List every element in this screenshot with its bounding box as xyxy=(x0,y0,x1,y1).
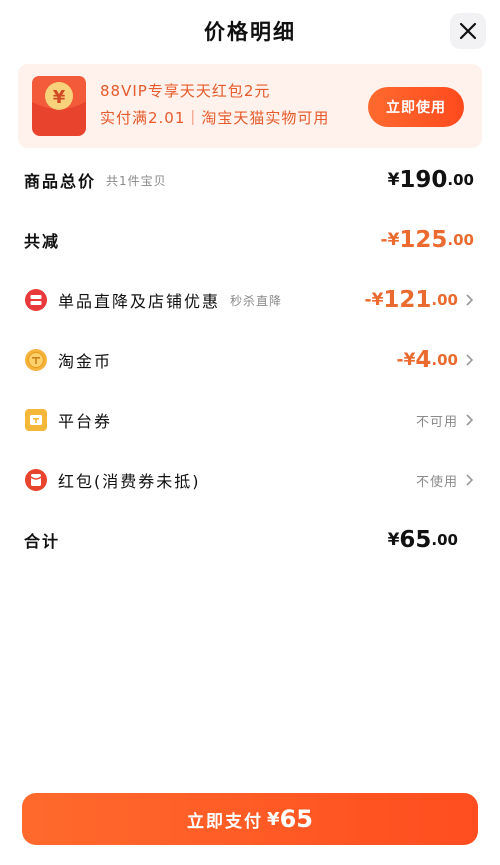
use-now-button[interactable]: 立即使用 xyxy=(368,87,464,127)
total-label: 合计 xyxy=(24,532,61,551)
envelope-symbol: ¥ xyxy=(53,87,66,108)
gold-coin-icon xyxy=(24,348,48,372)
close-icon xyxy=(458,21,478,41)
pay-symbol: ¥ xyxy=(267,808,280,830)
item-discount-row[interactable]: 单品直降及店铺优惠 秒杀直降 -¥ 121.00 xyxy=(0,280,500,320)
page-title: 价格明细 xyxy=(204,20,296,44)
promo-banner: ¥ 88VIP专享天天红包2元 实付满2.01｜淘宝天猫实物可用 立即使用 xyxy=(18,64,482,148)
total-discount-label: 共减 xyxy=(24,232,61,251)
total-row: 合计 ¥65.00 xyxy=(0,520,500,560)
item-discount-price: -¥ 121.00 xyxy=(365,280,474,320)
platform-coupon-label: 平台券 xyxy=(58,412,113,431)
item-discount-label: 单品直降及店铺优惠 xyxy=(58,292,221,311)
pay-now-button[interactable]: 立即支付 ¥ 65 xyxy=(22,793,478,845)
goods-total-price: ¥190.00 xyxy=(387,167,474,193)
promo-line-1: 88VIP专享天天红包2元 xyxy=(100,82,271,100)
red-packet-label: 红包(消费券未抵) xyxy=(58,472,201,491)
total-discount-price: -¥ 125.00 xyxy=(380,227,474,253)
pay-amount: 65 xyxy=(279,805,313,833)
red-packet-icon xyxy=(24,468,48,492)
red-packet-row[interactable]: 红包(消费券未抵) 不使用 xyxy=(0,460,500,500)
gold-coin-row[interactable]: 淘金币 -¥ 4.00 xyxy=(0,340,500,380)
pay-label: 立即支付 xyxy=(187,811,264,832)
chevron-right-icon xyxy=(466,294,474,306)
platform-coupon-value: 不可用 xyxy=(416,400,474,440)
platform-coupon-row[interactable]: 平台券 不可用 xyxy=(0,400,500,440)
header: 价格明细 xyxy=(0,0,500,62)
total-discount-row: 共减 -¥ 125.00 xyxy=(0,220,500,260)
item-discount-sub: 秒杀直降 xyxy=(230,293,283,308)
close-button[interactable] xyxy=(450,13,486,49)
chevron-right-icon xyxy=(466,414,474,426)
total-price: ¥65.00 xyxy=(387,527,458,553)
gold-coin-price: -¥ 4.00 xyxy=(397,340,474,380)
promo-line-2: 实付满2.01｜淘宝天猫实物可用 xyxy=(100,109,330,127)
goods-total-row: 商品总价 共1件宝贝 ¥190.00 xyxy=(0,160,500,200)
chevron-right-icon xyxy=(466,354,474,366)
coupon-icon xyxy=(24,408,48,432)
gold-coin-label: 淘金币 xyxy=(58,352,113,371)
red-envelope-icon: ¥ xyxy=(32,76,86,136)
promo-text: 88VIP专享天天红包2元 实付满2.01｜淘宝天猫实物可用 xyxy=(100,78,329,132)
discount-icon xyxy=(24,288,48,312)
chevron-right-icon xyxy=(466,474,474,486)
goods-count: 共1件宝贝 xyxy=(106,173,167,188)
red-packet-value: 不使用 xyxy=(416,460,474,500)
goods-total-label: 商品总价 xyxy=(24,172,97,191)
